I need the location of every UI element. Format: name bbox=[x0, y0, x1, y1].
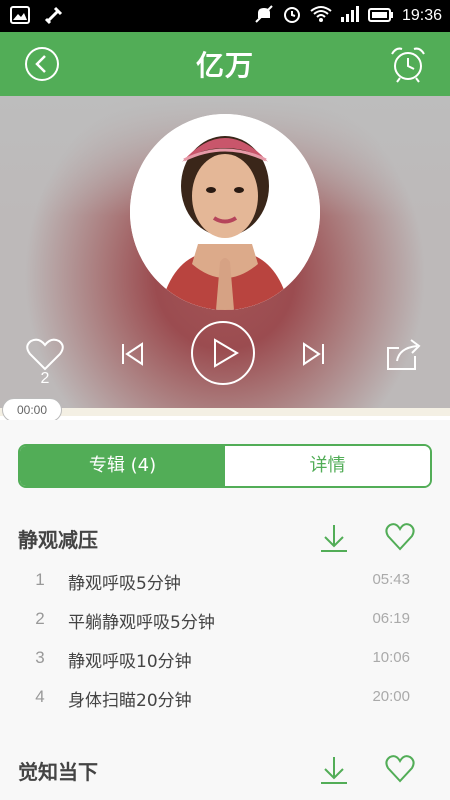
track-name: 平躺静观呼吸5分钟 bbox=[68, 613, 215, 633]
track-duration: 05:43 bbox=[372, 571, 410, 588]
progress-bar[interactable]: 00:00 bbox=[0, 398, 450, 422]
battery-icon bbox=[367, 7, 394, 26]
track-row[interactable]: 1 静观呼吸5分钟 05:43 bbox=[0, 562, 450, 601]
alarm-icon bbox=[282, 4, 302, 28]
player-panel: 2 bbox=[0, 96, 450, 416]
mute-icon bbox=[254, 4, 274, 28]
download-icon bbox=[321, 757, 347, 784]
album-section: 静观减压 1 静观呼吸5分钟 05:43 2 平躺静观呼吸5分钟 06:19 3… bbox=[0, 512, 450, 718]
heart-icon bbox=[385, 755, 415, 783]
album-title: 觉知当下 bbox=[18, 760, 98, 784]
content-panel: 专辑 (4) 详情 静观减压 1 静观呼吸5分钟 05:43 2 平躺静观呼吸5… bbox=[0, 420, 450, 800]
previous-button[interactable] bbox=[118, 340, 146, 368]
track-row[interactable]: 2 平躺静观呼吸5分钟 06:19 bbox=[0, 601, 450, 640]
album-header: 静观减压 bbox=[0, 512, 450, 562]
status-time: 19:36 bbox=[401, 7, 442, 24]
share-button[interactable] bbox=[385, 338, 423, 372]
track-row[interactable]: 3 静观呼吸10分钟 10:06 bbox=[0, 640, 450, 679]
album-section: 觉知当下 bbox=[0, 744, 450, 794]
page-title: 亿万 bbox=[195, 49, 254, 82]
like-count: 2 bbox=[40, 370, 50, 387]
tab-album[interactable]: 专辑 (4) bbox=[20, 446, 225, 486]
track-row[interactable]: 4 身体扫瞄20分钟 20:00 bbox=[0, 679, 450, 718]
signal-icon bbox=[340, 5, 360, 27]
like-button[interactable] bbox=[26, 338, 64, 372]
gallery-icon bbox=[10, 5, 30, 29]
artist-avatar bbox=[130, 114, 320, 310]
share-icon bbox=[387, 339, 421, 370]
track-number: 1 bbox=[35, 570, 45, 589]
track-number: 4 bbox=[35, 687, 45, 706]
download-button[interactable] bbox=[318, 522, 350, 554]
track-duration: 10:06 bbox=[372, 649, 410, 666]
alarm-button[interactable] bbox=[388, 44, 428, 84]
usb-icon bbox=[44, 5, 64, 29]
heart-icon bbox=[26, 338, 64, 371]
app-header: 亿万 bbox=[0, 32, 450, 96]
track-duration: 20:00 bbox=[372, 688, 410, 705]
album-title: 静观减压 bbox=[18, 528, 98, 552]
current-time[interactable]: 00:00 bbox=[2, 398, 62, 422]
download-icon bbox=[321, 525, 347, 552]
tab-bar: 专辑 (4) 详情 bbox=[18, 444, 432, 488]
track-number: 2 bbox=[35, 609, 45, 628]
tab-details[interactable]: 详情 bbox=[225, 446, 430, 486]
album-header: 觉知当下 bbox=[0, 744, 450, 794]
track-name: 静观呼吸5分钟 bbox=[68, 574, 181, 594]
favorite-button[interactable] bbox=[385, 754, 415, 784]
play-button[interactable] bbox=[190, 320, 256, 386]
download-button[interactable] bbox=[318, 754, 350, 786]
track-number: 3 bbox=[35, 648, 45, 667]
skip-previous-icon bbox=[122, 342, 143, 366]
play-icon bbox=[191, 321, 255, 385]
track-duration: 06:19 bbox=[372, 610, 410, 627]
track-name: 静观呼吸10分钟 bbox=[68, 652, 192, 672]
heart-icon bbox=[385, 523, 415, 551]
wifi-icon bbox=[310, 5, 332, 27]
status-bar: 19:36 bbox=[0, 0, 450, 32]
alarm-clock-icon bbox=[391, 47, 425, 83]
next-button[interactable] bbox=[300, 340, 328, 368]
favorite-button[interactable] bbox=[385, 522, 415, 552]
progress-track[interactable] bbox=[0, 408, 450, 416]
track-name: 身体扫瞄20分钟 bbox=[68, 691, 192, 711]
skip-next-icon bbox=[303, 342, 324, 366]
